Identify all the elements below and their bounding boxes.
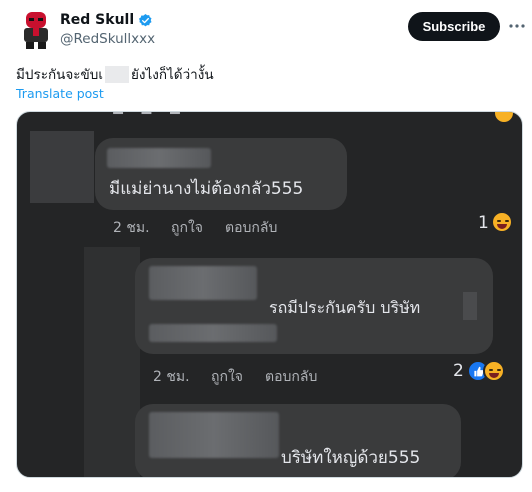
comment1-text: มีแม่ย่านางไม่ต้องกลัว555	[109, 179, 304, 199]
verified-badge-icon	[139, 13, 152, 26]
author-handle[interactable]: @RedSkullxxx	[60, 31, 155, 47]
comment1-meta: 2 ชม. ถูกใจ ตอบกลับ	[113, 217, 277, 239]
translate-post-link[interactable]: Translate post	[16, 86, 104, 101]
post-text: มีประกันจะขับเ ยังไงก็ได้ว่างั้น	[16, 63, 214, 85]
comment2-like: ถูกใจ	[211, 369, 243, 385]
comment2-author-blurred-line2	[149, 324, 277, 342]
post-media-image[interactable]: ▬ ▬ ▬ มีแม่ย่านางไม่ต้องกลัว555 2 ชม. ถู…	[16, 111, 523, 478]
comment1-reaction-count: 1	[478, 213, 489, 233]
comment1-time: 2 ชม.	[113, 220, 150, 236]
comment2-redaction	[463, 292, 477, 320]
author-name-label[interactable]: Red Skull	[60, 12, 134, 28]
comment2-meta: 2 ชม. ถูกใจ ตอบกลับ	[153, 366, 317, 388]
post-text-part2: ยังไงก็ได้ว่างั้น	[130, 67, 214, 83]
comment1-bubble: มีแม่ย่านางไม่ต้องกลัว555	[95, 138, 347, 210]
comment2-bubble: รถมีประกันครับ บริษัท	[135, 258, 493, 354]
comment1-like: ถูกใจ	[171, 220, 203, 236]
author-avatar[interactable]	[16, 10, 56, 50]
haha-emoji-icon	[483, 360, 505, 382]
post-text-part1: มีประกันจะขับเ	[16, 67, 103, 83]
cropped-meta-row: ▬ ▬ ▬	[112, 111, 188, 119]
comment2-time: 2 ชม.	[153, 369, 190, 385]
comment2-author-blurred	[149, 266, 257, 300]
comment2-reaction-count: 2	[453, 361, 464, 381]
comment2-text: รถมีประกันครับ บริษัท	[269, 298, 421, 317]
redaction-block	[104, 65, 129, 83]
comment3-text: บริษัทใหญ่ด้วย555	[281, 448, 421, 468]
reply-thread-area	[84, 247, 140, 477]
more-icon[interactable]	[508, 14, 526, 38]
comment1-avatar-redacted	[30, 131, 94, 203]
comment1-reply: ตอบกลับ	[225, 220, 278, 236]
subscribe-button[interactable]: Subscribe	[408, 12, 500, 41]
haha-emoji-icon	[491, 211, 513, 233]
comment3-bubble: บริษัทใหญ่ด้วย555	[135, 404, 461, 477]
author-name[interactable]: Red Skull	[60, 12, 153, 28]
cropped-emoji-icon	[495, 112, 513, 122]
comment2-reply: ตอบกลับ	[265, 369, 318, 385]
comment3-author-blurred	[149, 412, 279, 458]
comment1-author-blurred	[107, 148, 211, 168]
